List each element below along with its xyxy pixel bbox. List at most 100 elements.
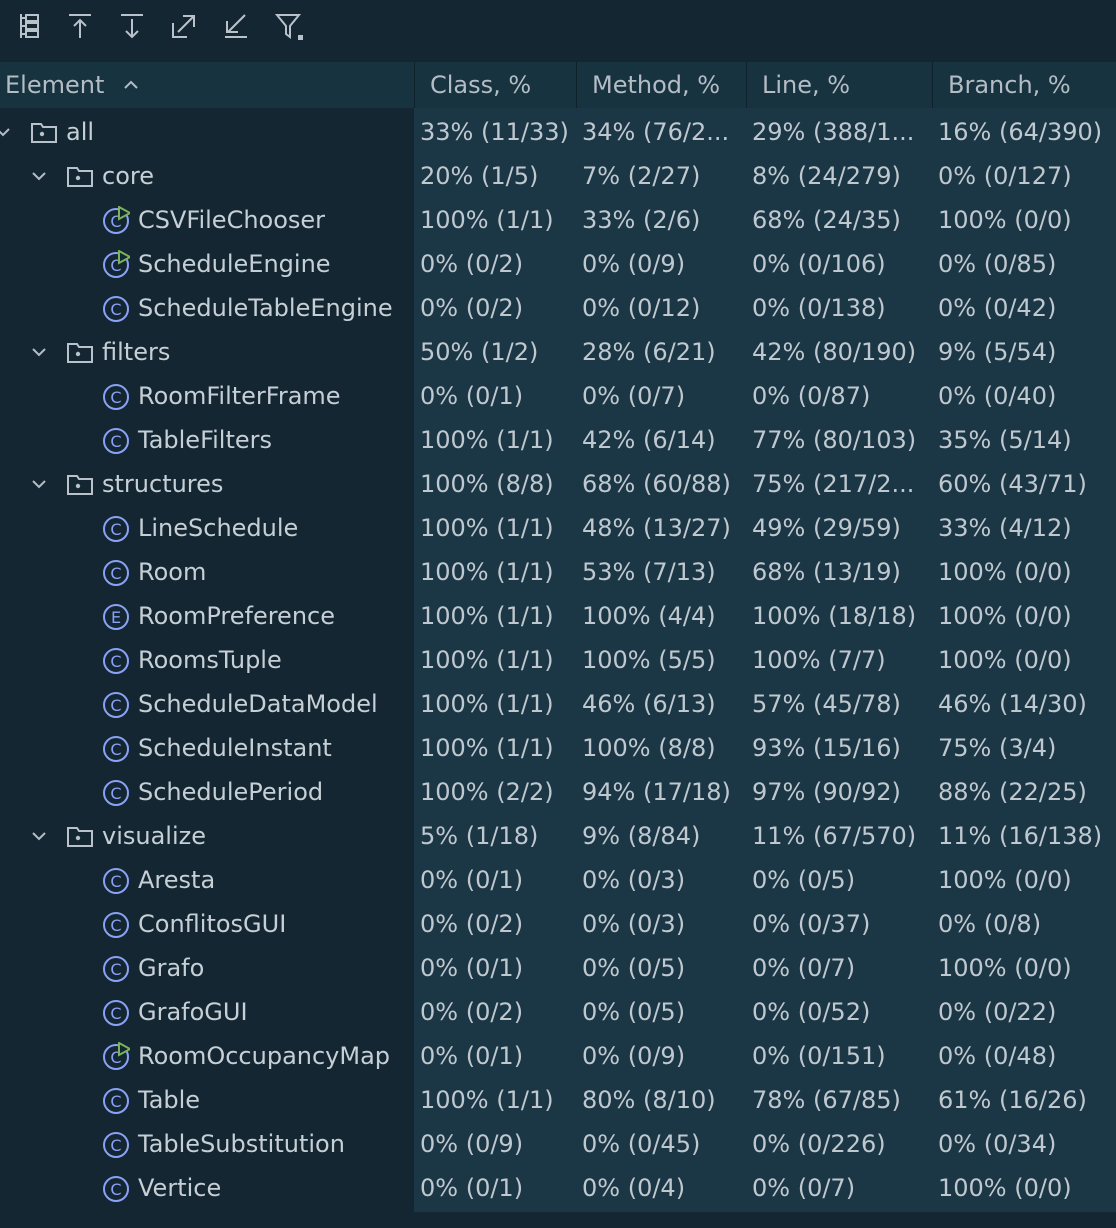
tree-row-name: Grafo [138, 954, 205, 982]
scroll-from-source-button[interactable] [62, 8, 98, 44]
runnable-class-icon: C [103, 250, 130, 278]
chevron-down-icon[interactable] [30, 167, 48, 185]
column-divider[interactable] [932, 62, 933, 108]
chevron-down-icon[interactable] [30, 343, 48, 361]
chevron-down-icon[interactable] [30, 475, 48, 493]
class-coverage-cell: 100% (1/1) [420, 514, 554, 542]
tree-row-class[interactable]: C Grafo 0% (0/1) 0% (0/5) 0% (0/7) 100% (0/0) [0, 946, 1116, 990]
enum-icon: E [103, 604, 129, 630]
class-coverage-cell: 100% (8/8) [420, 470, 554, 498]
method-coverage-cell: 7% (2/27) [582, 162, 701, 190]
method-coverage-cell: 0% (0/7) [582, 382, 686, 410]
line-coverage-cell: 75% (217/2... [752, 470, 915, 498]
tree-row-class[interactable]: C TableSubstitution 0% (0/9) 0% (0/45) 0% (0… [0, 1122, 1116, 1166]
tree-row-class[interactable]: C ScheduleTableEngine 0% (0/2) 0% (0/12) 0% … [0, 286, 1116, 330]
runnable-class-icon: C [103, 1042, 130, 1070]
tree-row-class[interactable]: E RoomPreference 100% (1/1) 100% (4/4) 100% … [0, 594, 1116, 638]
tree-row-class[interactable]: C ScheduleInstant 100% (1/1) 100% (8/8) 93% … [0, 726, 1116, 770]
line-coverage-cell: 100% (7/7) [752, 646, 886, 674]
tree-row-class[interactable]: C ScheduleEngine 0% (0/2) 0% (0/9) 0% (0/106… [0, 242, 1116, 286]
method-coverage-cell: 46% (6/13) [582, 690, 716, 718]
tree-row-class[interactable]: C GrafoGUI 0% (0/2) 0% (0/5) 0% (0/52) 0% (0/… [0, 990, 1116, 1034]
tree-row-class[interactable]: C RoomsTuple 100% (1/1) 100% (5/5) 100% (7/7… [0, 638, 1116, 682]
tree-row-class[interactable]: C Aresta 0% (0/1) 0% (0/3) 0% (0/5) 100% (0/0… [0, 858, 1116, 902]
column-header-element[interactable]: Element [5, 62, 140, 108]
column-divider[interactable] [746, 62, 747, 108]
expand-all-button[interactable] [166, 8, 202, 44]
tree-row-class[interactable]: C Table 100% (1/1) 80% (8/10) 78% (67/85) 61%… [0, 1078, 1116, 1122]
class-coverage-cell: 50% (1/2) [420, 338, 539, 366]
tree-row-package[interactable]: all 33% (11/33) 34% (76/2... 29% (388/1... 1… [0, 110, 1116, 154]
expand-all-icon [172, 15, 195, 38]
svg-text:C: C [110, 696, 121, 715]
tree-row-class[interactable]: C RoomFilterFrame 0% (0/1) 0% (0/7) 0% (0/87… [0, 374, 1116, 418]
tree-row-package[interactable]: visualize 5% (1/18) 9% (8/84) 11% (67/570) 1… [0, 814, 1116, 858]
tree-row-name: ScheduleInstant [138, 734, 332, 762]
class-coverage-cell: 100% (1/1) [420, 558, 554, 586]
chevron-down-icon[interactable] [30, 827, 48, 845]
column-header-class[interactable]: Class, % [430, 62, 531, 108]
class-icon: C [103, 868, 129, 894]
column-header-line[interactable]: Line, % [762, 62, 850, 108]
svg-text:C: C [110, 916, 121, 935]
tree-row-class[interactable]: C CSVFileChooser 100% (1/1) 33% (2/6) 68% (2… [0, 198, 1116, 242]
method-coverage-cell: 0% (0/5) [582, 954, 686, 982]
class-coverage-cell: 100% (1/1) [420, 1086, 554, 1114]
column-divider[interactable] [414, 62, 415, 108]
collapse-all-button[interactable] [218, 8, 254, 44]
method-coverage-cell: 33% (2/6) [582, 206, 701, 234]
column-divider[interactable] [576, 62, 577, 108]
class-icon: C [103, 1176, 129, 1202]
svg-text:C: C [110, 1180, 121, 1199]
line-coverage-cell: 0% (0/7) [752, 1174, 856, 1202]
class-icon: C [103, 648, 129, 674]
tree-row-class[interactable]: C Room 100% (1/1) 53% (7/13) 68% (13/19) 100%… [0, 550, 1116, 594]
line-coverage-cell: 11% (67/570) [752, 822, 917, 850]
tree-row-package[interactable]: structures 100% (8/8) 68% (60/88) 75% (217/… [0, 462, 1116, 506]
tree-row-class[interactable]: C RoomOccupancyMap 0% (0/1) 0% (0/9) 0% (0/1… [0, 1034, 1116, 1078]
class-coverage-cell: 0% (0/2) [420, 250, 524, 278]
method-coverage-cell: 0% (0/3) [582, 866, 686, 894]
svg-text:C: C [110, 300, 121, 319]
branch-coverage-cell: 61% (16/26) [938, 1086, 1087, 1114]
tree-row-class[interactable]: C TableFilters 100% (1/1) 42% (6/14) 77% (80… [0, 418, 1116, 462]
branch-coverage-cell: 35% (5/14) [938, 426, 1072, 454]
tree-row-class[interactable]: C ScheduleDataModel 100% (1/1) 46% (6/13) 57… [0, 682, 1116, 726]
svg-text:C: C [110, 388, 121, 407]
column-header-branch[interactable]: Branch, % [948, 62, 1071, 108]
line-coverage-cell: 97% (90/92) [752, 778, 901, 806]
tree-row-name: LineSchedule [138, 514, 299, 542]
scroll-to-source-button[interactable] [114, 8, 150, 44]
method-coverage-cell: 0% (0/3) [582, 910, 686, 938]
tree-row-class[interactable]: C Vertice 0% (0/1) 0% (0/4) 0% (0/7) 100% (0/… [0, 1166, 1116, 1210]
branch-coverage-cell: 0% (0/127) [938, 162, 1072, 190]
tree-row-name: GrafoGUI [138, 998, 248, 1026]
method-coverage-cell: 100% (4/4) [582, 602, 716, 630]
tree-structure-button[interactable] [10, 8, 46, 44]
tree-row-package[interactable]: core 20% (1/5) 7% (2/27) 8% (24/279) 0% (0/1… [0, 154, 1116, 198]
line-coverage-cell: 0% (0/138) [752, 294, 886, 322]
line-coverage-cell: 68% (24/35) [752, 206, 901, 234]
branch-coverage-cell: 100% (0/0) [938, 206, 1072, 234]
class-coverage-cell: 0% (0/1) [420, 866, 524, 894]
tree-row-name: filters [102, 338, 171, 366]
svg-text:C: C [110, 784, 121, 803]
tree-row-package[interactable]: filters 50% (1/2) 28% (6/21) 42% (80/190) 9%… [0, 330, 1116, 374]
branch-coverage-cell: 11% (16/138) [938, 822, 1103, 850]
class-coverage-cell: 100% (1/1) [420, 426, 554, 454]
column-header-row: Element Class, % Method, % Line, % Branc… [0, 62, 1116, 108]
tree-row-name: RoomPreference [138, 602, 335, 630]
runnable-class-icon: C [103, 206, 130, 234]
tree-row-class[interactable]: C LineSchedule 100% (1/1) 48% (13/27) 49% (2… [0, 506, 1116, 550]
tree-row-name: ScheduleEngine [138, 250, 331, 278]
line-coverage-cell: 0% (0/87) [752, 382, 871, 410]
package-folder-icon [31, 123, 57, 143]
chevron-down-icon[interactable] [0, 123, 12, 141]
tree-row-class[interactable]: C ConflitosGUI 0% (0/2) 0% (0/3) 0% (0/37) 0%… [0, 902, 1116, 946]
tree-row-name: visualize [102, 822, 206, 850]
filter-button[interactable] [270, 8, 306, 44]
column-header-method[interactable]: Method, % [592, 62, 720, 108]
tree-row-class[interactable]: C SchedulePeriod 100% (2/2) 94% (17/18) 97% … [0, 770, 1116, 814]
class-icon: C [103, 736, 129, 762]
method-coverage-cell: 53% (7/13) [582, 558, 716, 586]
